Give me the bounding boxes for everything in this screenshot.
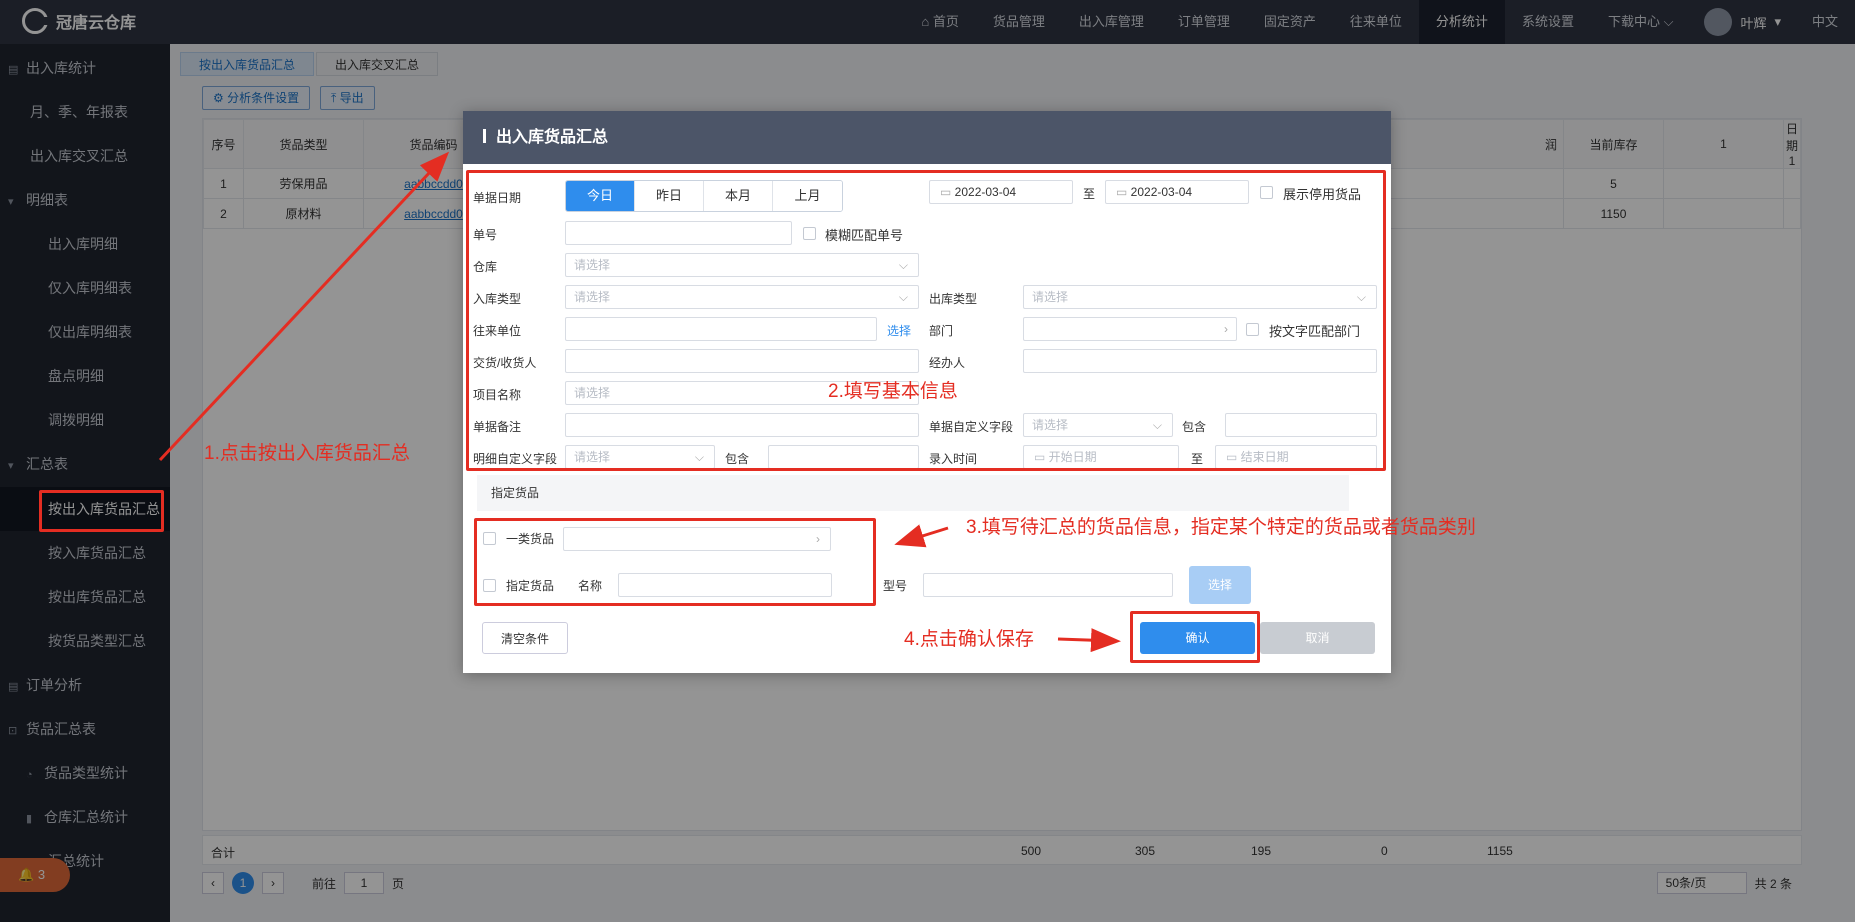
annotation-arrows bbox=[158, 151, 1121, 653]
arrow-step4 bbox=[1057, 628, 1121, 653]
arrow-step1 bbox=[158, 151, 450, 462]
arrow-step3 bbox=[894, 524, 949, 548]
